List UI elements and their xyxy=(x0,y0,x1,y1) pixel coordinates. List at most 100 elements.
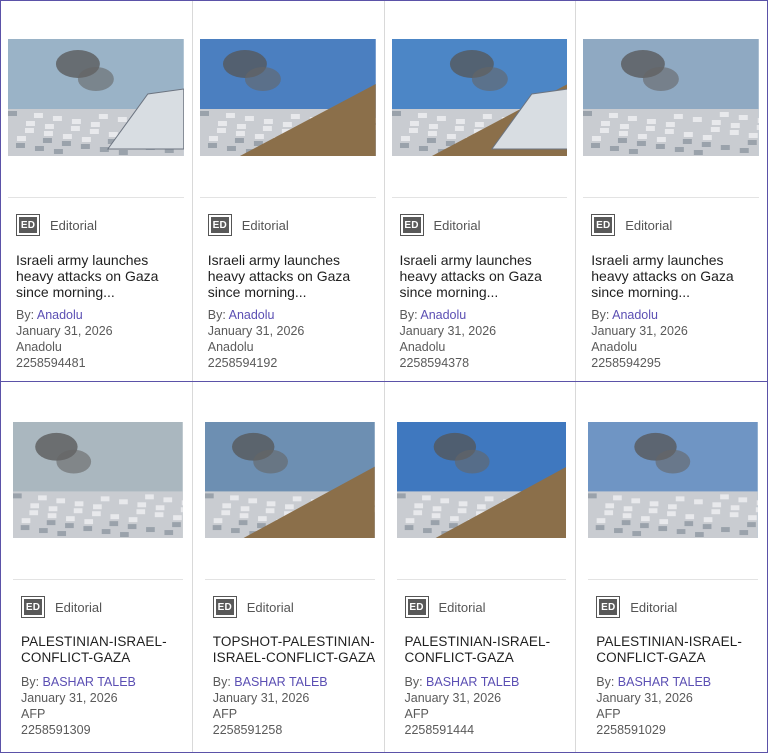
divider xyxy=(199,197,376,198)
image-id: 2258591444 xyxy=(404,723,475,737)
author-link[interactable]: BASHAR TALEB xyxy=(43,675,136,689)
image-thumbnail[interactable] xyxy=(8,39,184,156)
collection-label: Editorial xyxy=(55,599,102,615)
byline: By: Anadolu xyxy=(400,307,497,323)
author-link[interactable]: Anadolu xyxy=(37,308,83,322)
date: January 31, 2026 xyxy=(596,691,693,705)
author-link[interactable]: Anadolu xyxy=(229,308,275,322)
credit: Anadolu xyxy=(207,340,254,354)
collection-row: ED Editorial xyxy=(404,596,486,618)
image-thumbnail[interactable] xyxy=(199,39,376,156)
image-id: 2258594295 xyxy=(591,356,661,370)
divider xyxy=(583,197,759,198)
editorial-badge-icon: ED xyxy=(596,596,621,618)
editorial-badge-icon: ED xyxy=(16,214,40,236)
image-id: 2258594378 xyxy=(399,356,470,370)
image-card[interactable]: ED Editorial PALESTINIAN-ISRAEL-CONFLICT… xyxy=(385,382,577,752)
credit: AFP xyxy=(212,707,238,721)
image-title[interactable]: Israeli army launches heavy attacks on G… xyxy=(400,252,562,300)
image-title[interactable]: PALESTINIAN-ISRAEL-CONFLICT-GAZA xyxy=(596,634,759,666)
image-id: 2258591029 xyxy=(596,723,666,737)
image-card[interactable]: ED Editorial Israeli army launches heavy… xyxy=(576,1,767,381)
author-link[interactable]: Anadolu xyxy=(420,308,466,322)
author-link[interactable]: Anadolu xyxy=(612,308,658,322)
collection-row: ED Editorial xyxy=(399,214,481,236)
image-id: 2258591309 xyxy=(21,723,91,737)
divider xyxy=(13,579,183,580)
credit: Anadolu xyxy=(16,340,62,354)
date: January 31, 2026 xyxy=(16,324,113,338)
by-label: By: xyxy=(21,675,40,689)
divider xyxy=(204,579,375,580)
image-title[interactable]: Israeli army launches heavy attacks on G… xyxy=(591,252,753,300)
by-label: By: xyxy=(399,308,418,322)
by-label: By: xyxy=(591,308,610,322)
image-title[interactable]: PALESTINIAN-ISRAEL-CONFLICT-GAZA xyxy=(405,634,568,666)
byline: By: Anadolu xyxy=(591,307,688,323)
editorial-badge-icon: ED xyxy=(404,596,429,618)
image-card[interactable]: ED Editorial TOPSHOT-PALESTINIAN-ISRAEL-… xyxy=(193,382,385,752)
image-meta: By: BASHAR TALEB January 31, 2026 AFP 22… xyxy=(21,674,136,738)
image-meta: By: Anadolu January 31, 2026 Anadolu 225… xyxy=(591,307,688,371)
date: January 31, 2026 xyxy=(207,324,305,338)
credit: Anadolu xyxy=(399,340,446,354)
editorial-badge-icon: ED xyxy=(591,214,616,236)
collection-row: ED Editorial xyxy=(16,214,97,236)
image-card[interactable]: ED Editorial Israeli army launches heavy… xyxy=(385,1,577,381)
image-meta: By: BASHAR TALEB January 31, 2026 AFP 22… xyxy=(405,674,520,738)
image-meta: By: Anadolu January 31, 2026 Anadolu 225… xyxy=(208,307,305,371)
image-meta: By: Anadolu January 31, 2026 Anadolu 225… xyxy=(16,307,113,371)
byline: By: BASHAR TALEB xyxy=(21,674,136,690)
collection-label: Editorial xyxy=(246,599,294,615)
by-label: By: xyxy=(16,308,35,322)
by-label: By: xyxy=(596,675,615,689)
image-thumbnail[interactable] xyxy=(396,422,567,538)
author-link[interactable]: BASHAR TALEB xyxy=(618,675,711,689)
by-label: By: xyxy=(212,675,231,689)
editorial-badge-icon: ED xyxy=(212,596,237,618)
author-link[interactable]: BASHAR TALEB xyxy=(234,675,327,689)
collection-label: Editorial xyxy=(241,217,289,233)
collection-label: Editorial xyxy=(438,599,486,615)
byline: By: BASHAR TALEB xyxy=(213,674,328,690)
credit: AFP xyxy=(596,707,621,721)
image-card[interactable]: ED Editorial PALESTINIAN-ISRAEL-CONFLICT… xyxy=(576,382,767,752)
image-title[interactable]: PALESTINIAN-ISRAEL-CONFLICT-GAZA xyxy=(21,634,184,666)
image-card[interactable]: ED Editorial PALESTINIAN-ISRAEL-CONFLICT… xyxy=(1,382,193,752)
image-thumbnail[interactable] xyxy=(204,422,375,538)
byline: By: Anadolu xyxy=(16,307,113,323)
image-thumbnail[interactable] xyxy=(588,422,758,538)
date: January 31, 2026 xyxy=(21,691,118,705)
image-card[interactable]: ED Editorial Israeli army launches heavy… xyxy=(1,1,193,381)
divider xyxy=(391,197,568,198)
date: January 31, 2026 xyxy=(212,691,310,705)
editorial-badge-icon: ED xyxy=(399,214,424,236)
collection-row: ED Editorial xyxy=(596,596,677,618)
byline: By: BASHAR TALEB xyxy=(596,674,711,690)
image-thumbnail[interactable] xyxy=(13,422,183,538)
image-id: 2258594481 xyxy=(16,356,86,370)
image-thumbnail[interactable] xyxy=(391,39,568,156)
divider xyxy=(396,579,567,580)
image-title[interactable]: TOPSHOT-PALESTINIAN-ISRAEL-CONFLICT-GAZA xyxy=(213,634,376,666)
by-label: By: xyxy=(207,308,226,322)
collection-label: Editorial xyxy=(433,217,481,233)
results-row-1: ED Editorial Israeli army launches heavy… xyxy=(1,1,767,382)
collection-label: Editorial xyxy=(630,599,678,615)
image-card[interactable]: ED Editorial Israeli army launches heavy… xyxy=(193,1,385,381)
date: January 31, 2026 xyxy=(399,324,497,338)
collection-label: Editorial xyxy=(625,217,673,233)
divider xyxy=(588,579,758,580)
collection-row: ED Editorial xyxy=(207,214,289,236)
image-thumbnail[interactable] xyxy=(583,39,759,156)
image-title[interactable]: Israeli army launches heavy attacks on G… xyxy=(208,252,370,300)
collection-label: Editorial xyxy=(50,217,97,233)
collection-row: ED Editorial xyxy=(212,596,294,618)
credit: Anadolu xyxy=(591,340,638,354)
image-title[interactable]: Israeli army launches heavy attacks on G… xyxy=(16,252,178,300)
credit: AFP xyxy=(404,707,429,721)
byline: By: Anadolu xyxy=(208,307,305,323)
editorial-badge-icon: ED xyxy=(207,214,232,236)
collection-row: ED Editorial xyxy=(21,596,102,618)
author-link[interactable]: BASHAR TALEB xyxy=(426,675,519,689)
